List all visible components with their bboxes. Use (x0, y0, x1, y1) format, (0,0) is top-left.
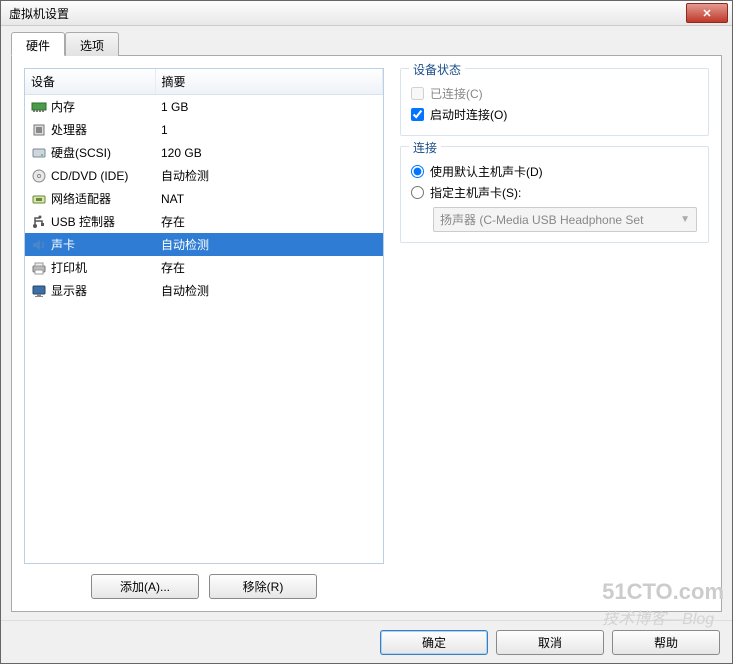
hardware-row-summary: 存在 (155, 210, 383, 233)
group-device-status-legend: 设备状态 (409, 61, 465, 78)
hardware-row-device: 处理器 (25, 118, 155, 141)
hardware-row-device: 打印机 (25, 256, 155, 279)
hardware-row[interactable]: 显示器自动检测 (25, 279, 383, 302)
tabs: 硬件 选项 (11, 32, 722, 56)
rdo-use-default-input[interactable] (411, 165, 424, 178)
tab-pane-hardware: 设备 摘要 内存1 GB处理器1硬盘(SCSI)120 GBCD/DVD (ID… (11, 55, 722, 612)
hardware-row[interactable]: USB 控制器存在 (25, 210, 383, 233)
group-device-status: 设备状态 已连接(C) 启动时连接(O) (400, 68, 709, 136)
disk-icon (31, 146, 47, 160)
col-device[interactable]: 设备 (25, 69, 155, 95)
remove-button[interactable]: 移除(R) (209, 574, 317, 599)
rdo-specify-input[interactable] (411, 186, 424, 199)
hardware-row-summary: 存在 (155, 256, 383, 279)
hardware-row-device: 声卡 (25, 233, 155, 256)
sound-icon (31, 238, 47, 252)
close-button[interactable]: ✕ (686, 3, 728, 23)
window-title: 虚拟机设置 (5, 5, 686, 22)
hardware-row-summary: 自动检测 (155, 233, 383, 256)
cancel-button[interactable]: 取消 (496, 630, 604, 655)
hardware-list[interactable]: 设备 摘要 内存1 GB处理器1硬盘(SCSI)120 GBCD/DVD (ID… (24, 68, 384, 564)
host-soundcard-select: 扬声器 (C-Media USB Headphone Set ▼ (433, 207, 697, 232)
hardware-row-device: CD/DVD (IDE) (25, 164, 155, 187)
cd-icon (31, 169, 47, 183)
hardware-row-summary: 120 GB (155, 141, 383, 164)
net-icon (31, 192, 47, 206)
hardware-row-device: 网络适配器 (25, 187, 155, 210)
chk-connect-at-power[interactable]: 启动时连接(O) (411, 104, 698, 125)
cpu-icon (31, 123, 47, 137)
hardware-row[interactable]: 声卡自动检测 (25, 233, 383, 256)
hardware-row-summary: 自动检测 (155, 279, 383, 302)
help-button[interactable]: 帮助 (612, 630, 720, 655)
hardware-row-summary: 1 (155, 118, 383, 141)
hardware-row-device: 硬盘(SCSI) (25, 141, 155, 164)
hardware-row-summary: 1 GB (155, 95, 383, 119)
hardware-row-summary: NAT (155, 187, 383, 210)
hardware-row-device: 显示器 (25, 279, 155, 302)
dialog-buttons: 确定 取消 帮助 (1, 620, 732, 663)
chk-connected: 已连接(C) (411, 83, 698, 104)
ok-button[interactable]: 确定 (380, 630, 488, 655)
hardware-row-device: USB 控制器 (25, 210, 155, 233)
hardware-row-summary: 自动检测 (155, 164, 383, 187)
tab-hardware[interactable]: 硬件 (11, 32, 65, 56)
rdo-specify[interactable]: 指定主机声卡(S): (411, 182, 698, 203)
hardware-row[interactable]: 内存1 GB (25, 95, 383, 119)
titlebar: 虚拟机设置 ✕ (1, 1, 732, 26)
tab-options[interactable]: 选项 (65, 32, 119, 56)
rdo-use-default[interactable]: 使用默认主机声卡(D) (411, 161, 698, 182)
usb-icon (31, 215, 47, 229)
hardware-row[interactable]: 网络适配器NAT (25, 187, 383, 210)
chk-connect-at-power-input[interactable] (411, 108, 424, 121)
group-connection: 连接 使用默认主机声卡(D) 指定主机声卡(S): 扬声器 (C-Media U… (400, 146, 709, 243)
col-summary[interactable]: 摘要 (155, 69, 383, 95)
group-connection-legend: 连接 (409, 139, 441, 156)
display-icon (31, 284, 47, 298)
hardware-row[interactable]: CD/DVD (IDE)自动检测 (25, 164, 383, 187)
hardware-row[interactable]: 打印机存在 (25, 256, 383, 279)
printer-icon (31, 261, 47, 275)
hardware-row[interactable]: 硬盘(SCSI)120 GB (25, 141, 383, 164)
add-button[interactable]: 添加(A)... (91, 574, 199, 599)
chevron-down-icon: ▼ (680, 214, 690, 225)
chk-connected-input (411, 87, 424, 100)
memory-icon (31, 100, 47, 114)
hardware-row[interactable]: 处理器1 (25, 118, 383, 141)
hardware-row-device: 内存 (25, 95, 155, 119)
